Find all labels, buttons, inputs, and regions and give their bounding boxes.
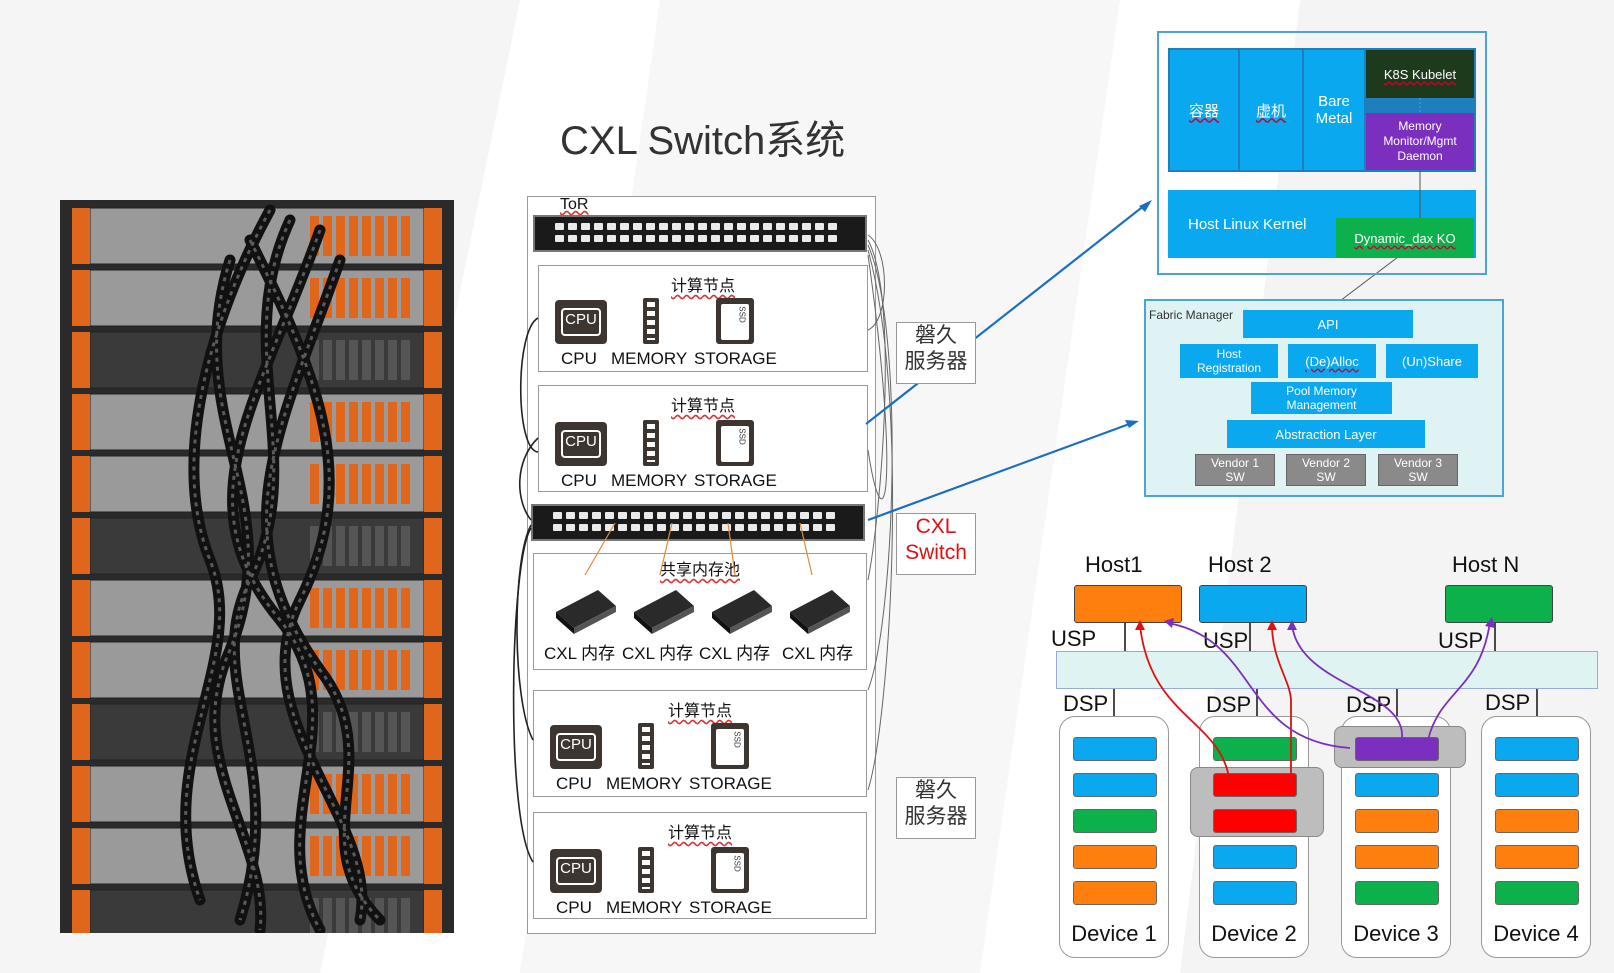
topology-connectors: [1113, 617, 1538, 786]
